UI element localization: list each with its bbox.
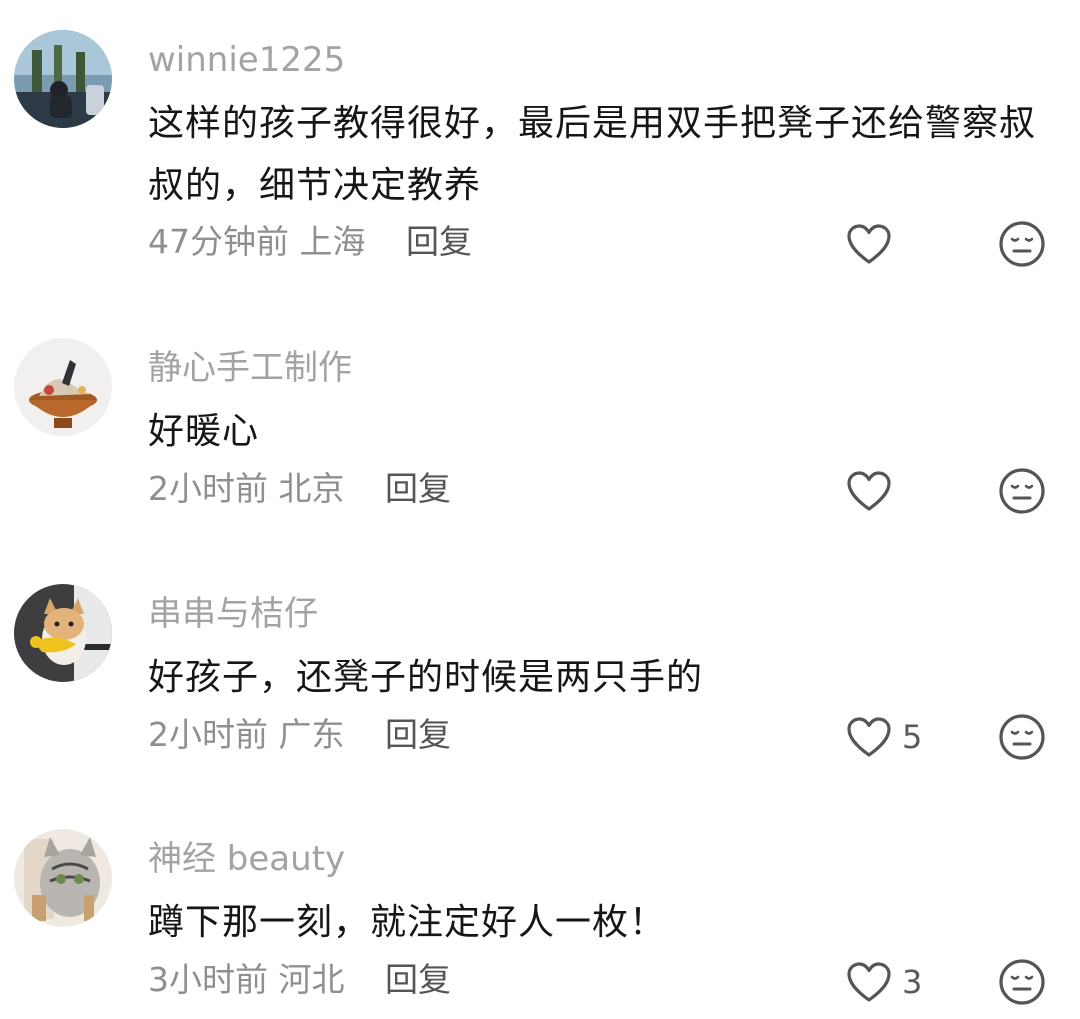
comment-text: 蹲下那一刻，就注定好人一枚！: [148, 902, 667, 943]
comment-text: 这样的孩子教得很好，最后是用双手把凳子还给警察叔叔的，细节决定教养: [148, 103, 1037, 206]
neutral-face-icon: [998, 467, 1046, 515]
heart-outline-icon: [846, 961, 892, 1003]
timestamp: 3小时前: [148, 960, 268, 999]
avatar[interactable]: [14, 338, 112, 436]
username[interactable]: 静心手工制作: [148, 348, 352, 388]
comment-meta: 2小时前 北京 回复: [148, 469, 451, 509]
avatar[interactable]: [14, 30, 112, 128]
like-button[interactable]: [846, 467, 902, 515]
neutral-face-icon: [998, 958, 1046, 1006]
location: 北京: [278, 469, 345, 508]
neutral-face-icon: [998, 220, 1046, 268]
like-count: 5: [902, 718, 923, 756]
heart-outline-icon: [846, 470, 892, 512]
avatar-image: [14, 338, 112, 436]
reply-button[interactable]: 回复: [385, 960, 451, 999]
avatar-image: [14, 829, 112, 927]
reply-button[interactable]: 回复: [385, 715, 451, 754]
reply-button[interactable]: 回复: [385, 469, 451, 508]
timestamp: 2小时前: [148, 715, 268, 754]
avatar-image: [14, 30, 112, 128]
location: 河北: [278, 960, 345, 999]
location: 上海: [299, 222, 366, 261]
comment-meta: 3小时前 河北 回复: [148, 960, 451, 1000]
timestamp: 2小时前: [148, 469, 268, 508]
username[interactable]: 串串与桔仔: [148, 594, 318, 634]
username[interactable]: 神经 beauty: [148, 839, 345, 879]
timestamp: 47分钟前: [148, 222, 289, 261]
comment-meta: 2小时前 广东 回复: [148, 715, 451, 755]
comment-text: 好孩子，还凳子的时候是两只手的: [148, 657, 704, 698]
comment-meta: 47分钟前 上海 回复: [148, 222, 472, 262]
avatar[interactable]: [14, 829, 112, 927]
avatar-image: [14, 584, 112, 682]
neutral-face-icon: [998, 713, 1046, 761]
avatar[interactable]: [14, 584, 112, 682]
dislike-button[interactable]: [998, 220, 1046, 268]
like-button[interactable]: 5: [846, 713, 922, 761]
heart-outline-icon: [846, 223, 892, 265]
comment-text: 好暖心: [148, 411, 260, 452]
dislike-button[interactable]: [998, 958, 1046, 1006]
dislike-button[interactable]: [998, 467, 1046, 515]
dislike-button[interactable]: [998, 713, 1046, 761]
reply-button[interactable]: 回复: [406, 222, 472, 261]
username[interactable]: winnie1225: [148, 40, 345, 80]
like-button[interactable]: [846, 220, 902, 268]
heart-outline-icon: [846, 716, 892, 758]
like-count: 3: [902, 963, 923, 1001]
like-button[interactable]: 3: [846, 958, 922, 1006]
location: 广东: [278, 715, 345, 754]
